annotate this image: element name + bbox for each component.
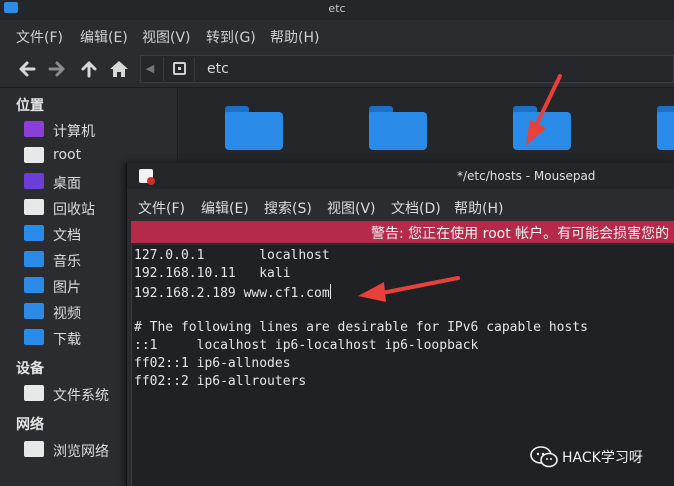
root-warning-bar: 警告: 您正在使用 root 帐户。有可能会损害您的: [131, 221, 674, 243]
menu-view[interactable]: 视图(V): [142, 27, 191, 47]
file-manager-menubar: 文件(F) 编辑(E) 视图(V) 转到(G) 帮助(H): [0, 20, 674, 50]
mp-menu-view[interactable]: 视图(V): [327, 198, 376, 218]
text-cursor: [329, 284, 331, 299]
mousepad-window: */etc/hosts - Mousepad 文件(F) 编辑(E) 搜索(S)…: [126, 163, 674, 486]
sidebar-item-label: 音乐: [53, 254, 81, 270]
sidebar-item-label: 回收站: [53, 202, 95, 218]
window-title: etc: [328, 2, 346, 15]
pictures-folder-icon: [24, 277, 44, 293]
folder-icon[interactable]: [225, 106, 283, 150]
menu-file[interactable]: 文件(F): [16, 27, 63, 47]
watermark-text: HACK学习呀: [562, 450, 643, 466]
trash-icon: [24, 199, 44, 215]
path-segment-etc[interactable]: etc: [207, 61, 229, 77]
sidebar-header-network: 网络: [16, 417, 44, 433]
music-folder-icon: [24, 251, 44, 267]
sidebar-item-computer[interactable]: 计算机: [24, 119, 174, 141]
sidebar-item-label: 图片: [53, 280, 81, 296]
annotation-arrow-icon: [358, 276, 460, 302]
mousepad-titlebar[interactable]: */etc/hosts - Mousepad: [127, 163, 674, 189]
mp-menu-help[interactable]: 帮助(H): [454, 198, 503, 218]
file-manager-titlebar[interactable]: etc: [0, 0, 674, 20]
forward-arrow-icon[interactable]: [46, 58, 68, 80]
sidebar-item-label: 文件系统: [53, 388, 109, 404]
editor-line-text: 192.168.2.189 www.cf1.com: [134, 286, 330, 301]
editor-line: # The following lines are desirable for …: [134, 320, 588, 335]
sidebar-item-label: root: [53, 147, 82, 163]
annotation-arrow-icon: [526, 74, 562, 146]
sidebar-item-label: 桌面: [53, 176, 81, 192]
sidebar-item-label: 视频: [53, 306, 81, 322]
editor-line: 127.0.0.1 localhost: [134, 248, 330, 263]
filesystem-icon: [24, 385, 44, 401]
computer-icon: [24, 121, 44, 137]
menu-edit[interactable]: 编辑(E): [80, 27, 128, 47]
sidebar-header-places: 位置: [16, 98, 44, 114]
sidebar-item-label: 计算机: [53, 124, 95, 140]
mp-menu-edit[interactable]: 编辑(E): [201, 198, 249, 218]
file-manager-toolbar: ◀ etc: [0, 50, 674, 88]
menu-go[interactable]: 转到(G): [206, 27, 256, 47]
editor-line: ff02::2 ip6-allrouters: [134, 374, 307, 389]
folder-icon[interactable]: [369, 106, 427, 150]
path-root-button[interactable]: [163, 57, 195, 81]
downloads-folder-icon: [24, 329, 44, 345]
documents-folder-icon: [24, 225, 44, 241]
watermark: HACK学习呀: [528, 444, 674, 470]
root-warning-text: 警告: 您正在使用 root 帐户。有可能会损害您的: [371, 226, 670, 242]
mp-menu-search[interactable]: 搜索(S): [264, 198, 312, 218]
sidebar-header-devices: 设备: [16, 361, 44, 377]
sidebar-item-label: 浏览网络: [53, 444, 109, 460]
mousepad-app-icon: [139, 169, 155, 185]
sidebar-item-label: 下载: [53, 332, 81, 348]
path-bar: ◀ etc: [140, 55, 674, 83]
mousepad-menubar: 文件(F) 编辑(E) 搜索(S) 视图(V) 文档(D) 帮助(H): [127, 191, 674, 221]
up-arrow-icon[interactable]: [78, 58, 100, 80]
desktop-icon: [24, 173, 44, 189]
back-arrow-icon[interactable]: [16, 58, 38, 80]
editor-line: 192.168.10.11 kali: [134, 266, 291, 281]
folder-icon[interactable]: [657, 106, 674, 150]
menu-help[interactable]: 帮助(H): [270, 27, 319, 47]
editor-line: ::1 localhost ip6-localhost ip6-loopback: [134, 338, 479, 353]
mp-menu-document[interactable]: 文档(D): [391, 198, 441, 218]
home-folder-icon: [24, 147, 44, 163]
videos-folder-icon: [24, 303, 44, 319]
wechat-logo-icon: [530, 446, 558, 468]
mousepad-title: */etc/hosts - Mousepad: [457, 169, 596, 183]
chevron-left-icon[interactable]: ◀: [143, 61, 157, 77]
home-icon[interactable]: [108, 58, 130, 80]
sidebar-item-label: 文档: [53, 228, 81, 244]
drive-icon: [173, 62, 186, 75]
editor-line: ff02::1 ip6-allnodes: [134, 356, 291, 371]
mp-menu-file[interactable]: 文件(F): [138, 198, 185, 218]
editor-line: 192.168.2.189 www.cf1.com: [134, 284, 331, 302]
network-icon: [24, 441, 44, 457]
